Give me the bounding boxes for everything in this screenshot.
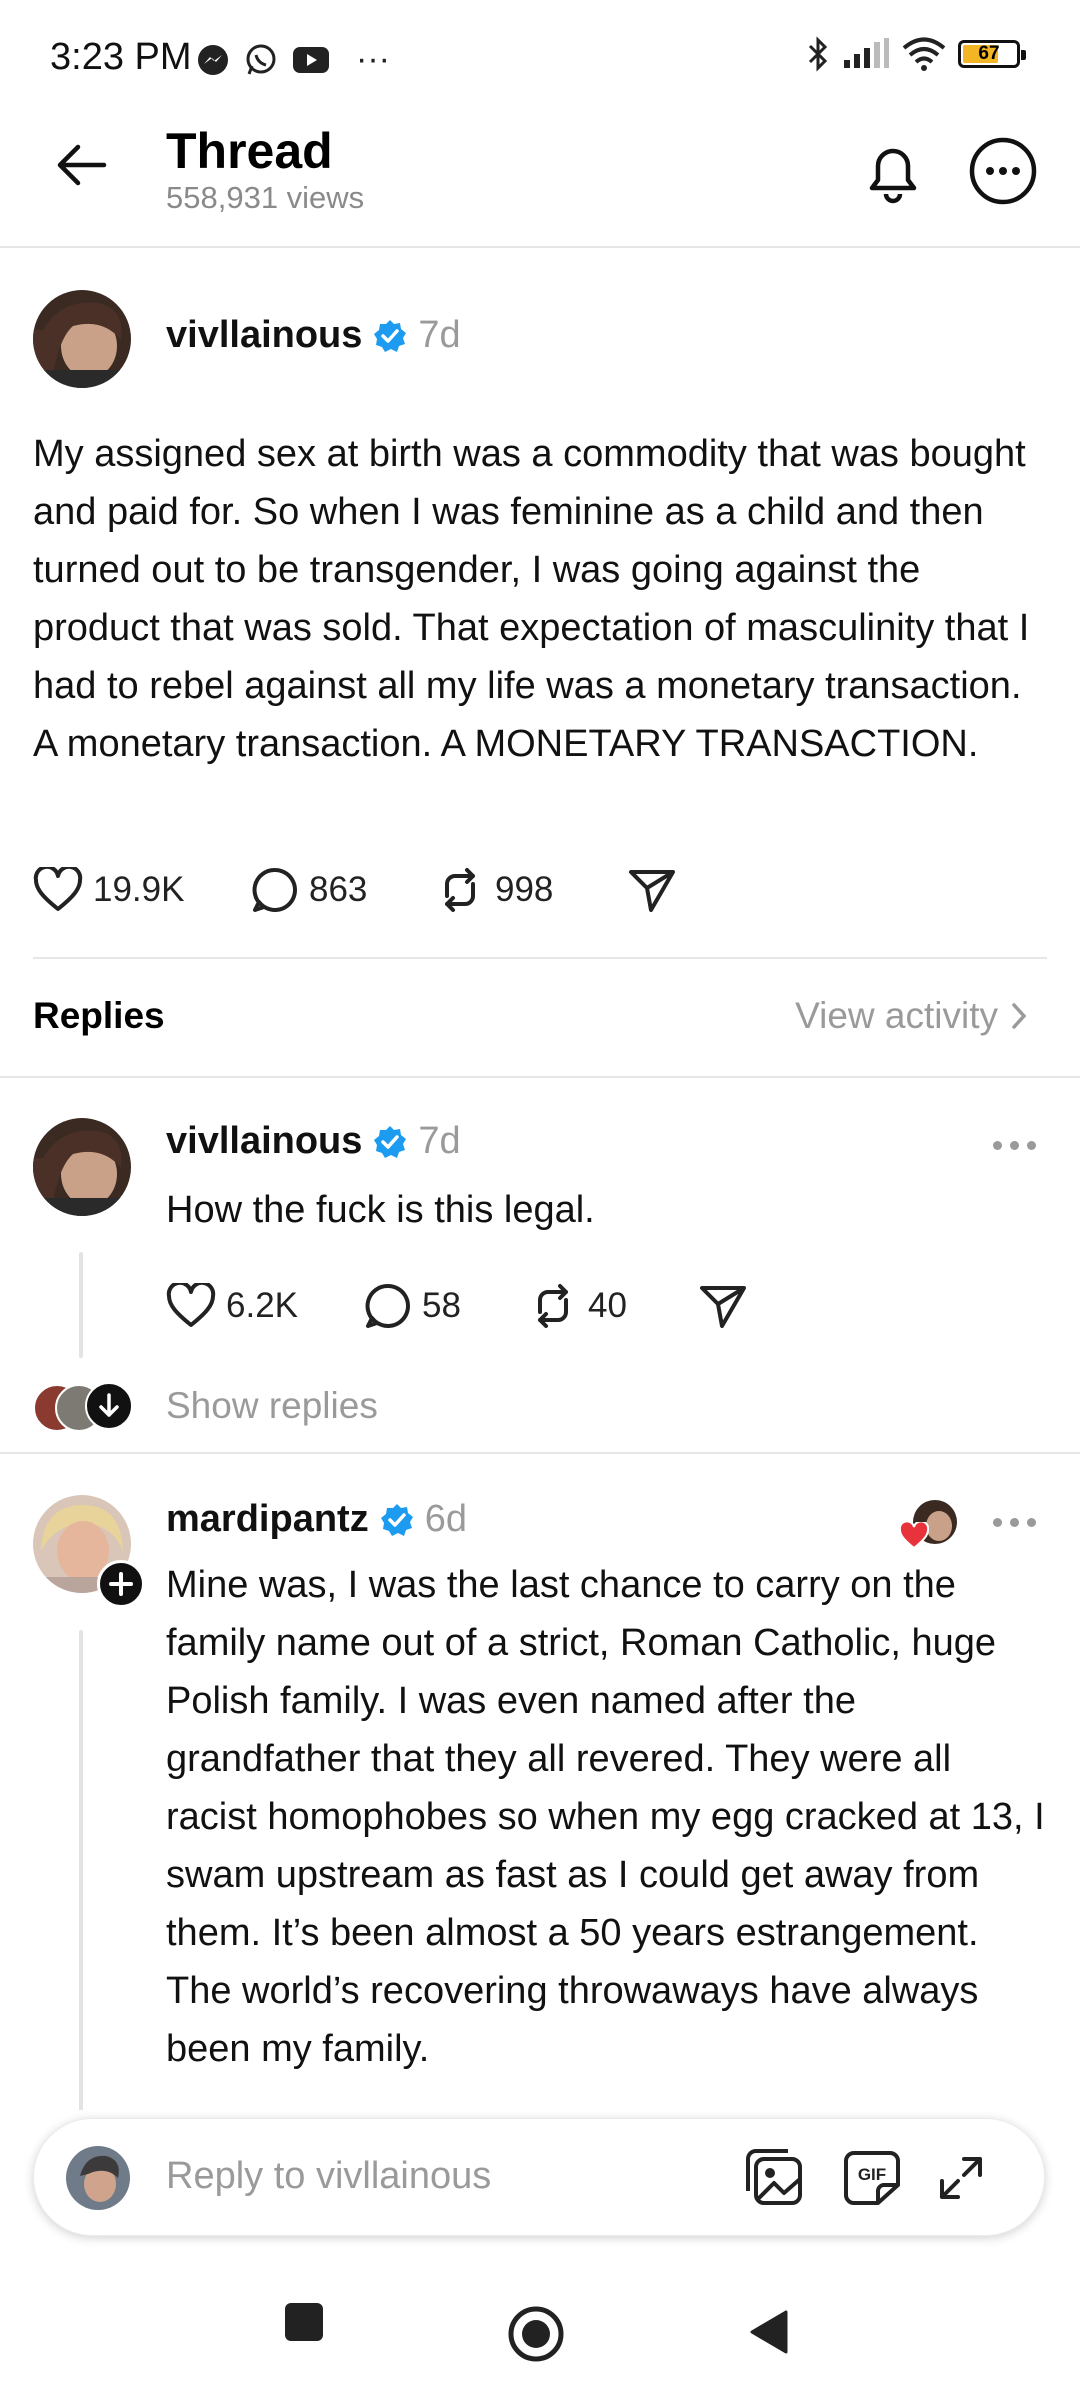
post-username[interactable]: vivllainous — [166, 314, 362, 357]
image-attach-button[interactable] — [744, 2149, 804, 2207]
post-divider — [33, 957, 1047, 959]
post-author-avatar[interactable] — [33, 290, 131, 388]
square-icon — [285, 2303, 323, 2341]
reply1-thread-line — [79, 1252, 83, 1358]
nav-recents-button[interactable] — [282, 2300, 326, 2344]
comment-icon — [365, 1283, 410, 1328]
reply1-share-button[interactable] — [698, 1282, 748, 1330]
heart-icon — [33, 867, 83, 911]
notifications-button[interactable] — [862, 140, 924, 204]
notification-icons: ··· — [196, 40, 390, 79]
reply1-repost-button[interactable]: 40 — [528, 1282, 698, 1330]
view-count: 558,931 views — [166, 180, 365, 215]
reply1-comment-count: 58 — [422, 1286, 461, 1325]
gif-button[interactable]: GIF — [842, 2149, 902, 2207]
page-title: Thread — [166, 123, 333, 179]
reply2-username[interactable]: mardipantz — [166, 1498, 369, 1541]
repost-icon — [538, 1284, 568, 1328]
post-author-row: vivllainous 7d — [166, 314, 461, 357]
comment-count: 863 — [309, 870, 368, 909]
wifi-icon — [902, 37, 946, 71]
share-button[interactable] — [627, 866, 677, 914]
send-icon — [700, 1286, 746, 1328]
image-icon — [746, 2149, 802, 2205]
verified-badge-icon — [372, 1124, 408, 1160]
svg-text:GIF: GIF — [858, 2165, 886, 2184]
gif-icon: GIF — [844, 2151, 900, 2205]
reply2-time: 6d — [424, 1498, 467, 1540]
like-button[interactable]: 19.9K — [33, 867, 251, 913]
more-options-button[interactable] — [968, 136, 1038, 206]
post-time: 7d — [418, 314, 461, 356]
expand-icon — [940, 2157, 982, 2199]
back-arrow-icon — [57, 144, 107, 186]
reply2-thread-line — [79, 1630, 83, 2120]
heart-icon — [166, 1283, 216, 1327]
header-divider — [0, 246, 1080, 248]
reply1-actions: 6.2K 58 40 — [166, 1282, 748, 1330]
send-icon — [629, 870, 675, 912]
post-actions: 19.9K 863 998 — [33, 866, 677, 914]
reply1-username[interactable]: vivllainous — [166, 1120, 362, 1163]
system-icons: 67 — [806, 36, 1026, 72]
like-count: 19.9K — [93, 870, 185, 909]
post-body: My assigned sex at birth was a commodity… — [33, 433, 1030, 765]
reply1-author-row: vivllainous 7d — [166, 1120, 461, 1163]
view-activity-link[interactable]: View activity — [795, 995, 1028, 1037]
reply-avatars-stack[interactable] — [33, 1382, 133, 1432]
reply2-more-icon[interactable] — [993, 1518, 1036, 1527]
reply1-like-count: 6.2K — [226, 1286, 298, 1325]
more-notifications-icon: ··· — [356, 40, 390, 78]
more-circle-icon — [969, 137, 1037, 205]
arrow-down-icon — [85, 1382, 133, 1430]
reply1-time: 7d — [418, 1120, 461, 1162]
verified-badge-icon — [379, 1502, 415, 1538]
reply1-avatar[interactable] — [33, 1118, 131, 1216]
bell-icon — [869, 148, 917, 204]
liked-by-author-indicator — [899, 1500, 957, 1550]
nav-home-button[interactable] — [507, 2305, 565, 2363]
back-button[interactable] — [56, 143, 108, 187]
follow-plus-icon[interactable] — [97, 1560, 145, 1608]
bluetooth-icon — [806, 36, 830, 72]
reply2-body: Mine was, I was the last chance to carry… — [166, 1564, 1045, 2070]
reply1-divider — [0, 1452, 1080, 1454]
reply-composer[interactable]: Reply to vivllainous GIF — [33, 2118, 1045, 2236]
chevron-right-icon — [1012, 1003, 1027, 1029]
verified-badge-icon — [372, 318, 408, 354]
reply1-more-icon[interactable] — [993, 1141, 1036, 1150]
red-heart-icon — [899, 1522, 929, 1550]
my-avatar — [66, 2146, 130, 2210]
replies-divider — [0, 1076, 1080, 1078]
battery-indicator: 67 — [958, 40, 1026, 68]
triangle-back-icon — [750, 2310, 788, 2354]
reply-input[interactable]: Reply to vivllainous — [166, 2155, 491, 2198]
status-time: 3:23 PM — [50, 36, 192, 78]
messenger-icon — [196, 43, 230, 77]
reply1-body: How the fuck is this legal. — [166, 1189, 595, 1231]
reply1-like-button[interactable]: 6.2K — [166, 1283, 364, 1329]
comment-button[interactable]: 863 — [251, 866, 435, 914]
view-activity-label: View activity — [795, 995, 998, 1036]
reply1-comment-button[interactable]: 58 — [364, 1282, 528, 1330]
replies-heading: Replies — [33, 995, 165, 1036]
nav-back-button[interactable] — [748, 2308, 790, 2356]
expand-button[interactable] — [936, 2153, 986, 2203]
signal-icon — [842, 38, 890, 70]
youtube-icon — [292, 45, 330, 75]
repost-count: 998 — [495, 870, 554, 909]
repost-button[interactable]: 998 — [435, 866, 627, 914]
reply1-repost-count: 40 — [588, 1286, 627, 1325]
home-circle-icon — [508, 2306, 564, 2362]
show-replies-link[interactable]: Show replies — [166, 1385, 378, 1427]
comment-icon — [252, 867, 297, 912]
reply2-author-row: mardipantz 6d — [166, 1498, 467, 1541]
whatsapp-icon — [244, 43, 278, 77]
repost-icon — [445, 868, 475, 912]
